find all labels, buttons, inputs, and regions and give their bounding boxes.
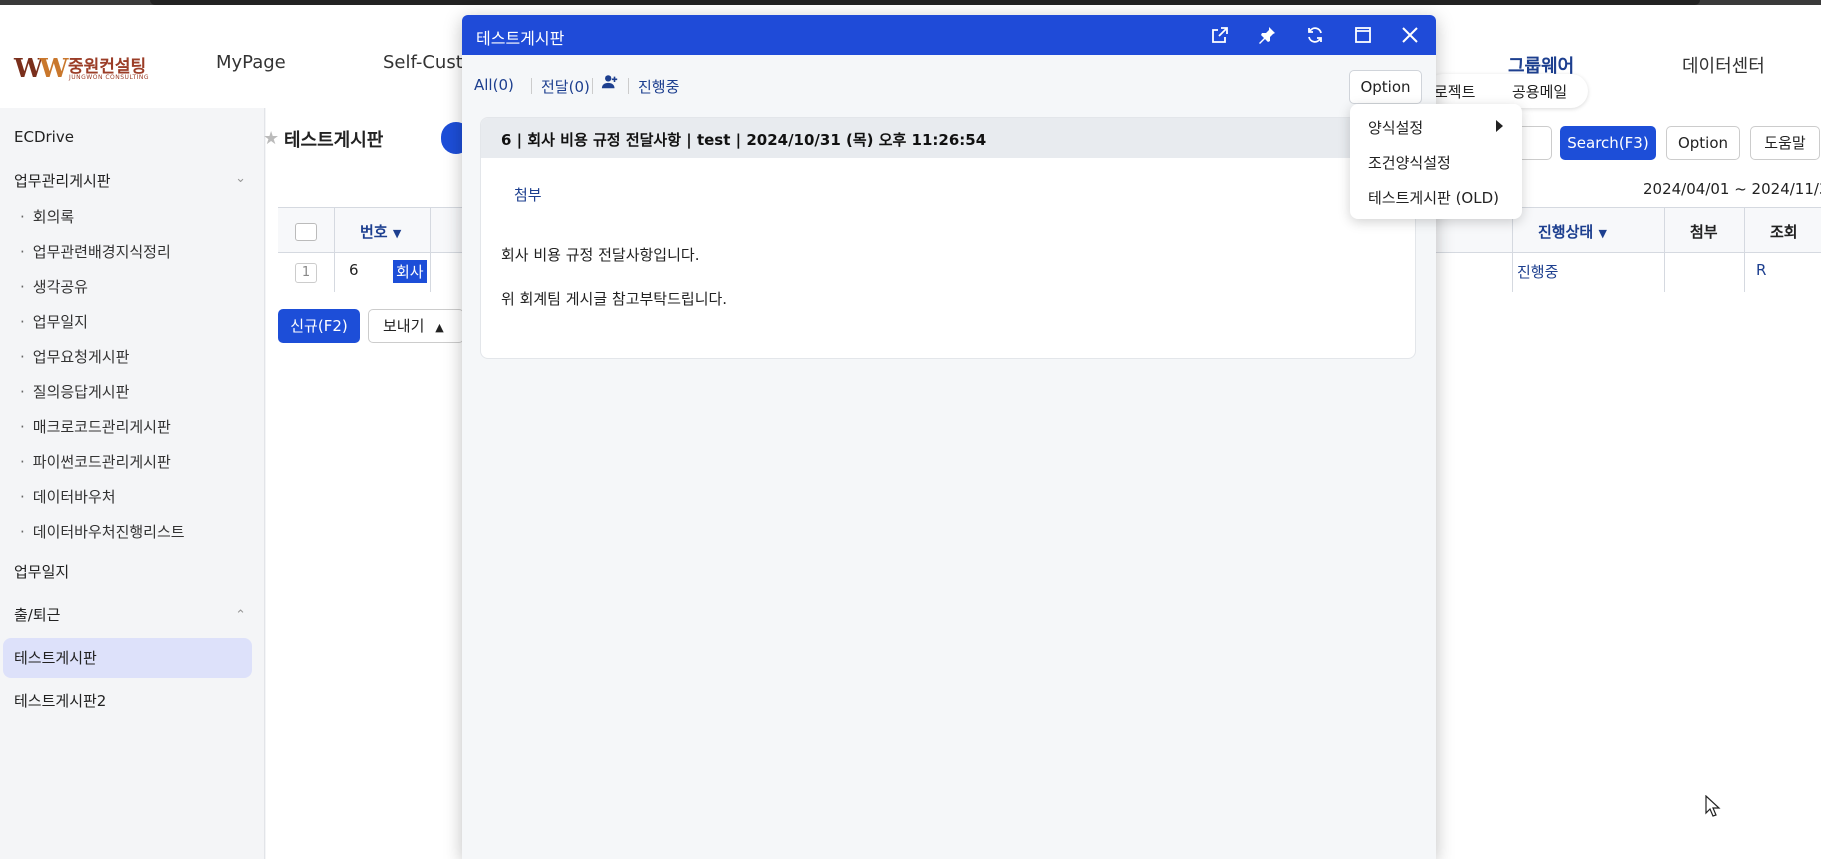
nav-mypage[interactable]: MyPage (216, 52, 286, 73)
post-body-line: 위 회계팀 게시글 참고부탁드립니다. (501, 290, 728, 308)
sidebar-item-test-board2[interactable]: 테스트게시판2 (14, 690, 106, 711)
column-header-attach: 첨부 (1690, 223, 1718, 241)
help-button[interactable]: 도움말 (1750, 126, 1820, 160)
logo-mark: WW (14, 54, 68, 84)
modal-title: 테스트게시판 (476, 29, 565, 48)
date-range: 2024/04/01 ~ 2024/11/30 (1643, 180, 1821, 198)
chevron-up-icon[interactable]: ⌃ (235, 608, 246, 623)
tab-divider (628, 78, 629, 94)
option-button[interactable]: Option (1666, 126, 1740, 160)
column-divider (1664, 208, 1665, 292)
sidebar-item-work-board[interactable]: 업무관리게시판 (14, 170, 111, 191)
sidebar-item-ecdrive[interactable]: ECDrive (14, 128, 74, 146)
row-post-number: 6 (349, 261, 359, 279)
new-post-button[interactable]: 신규(F2) (278, 309, 360, 343)
open-external-icon[interactable] (1207, 22, 1233, 48)
search-button[interactable]: Search(F3) (1560, 126, 1656, 160)
browser-address-area (150, 0, 1700, 5)
header-status-label: 진행상태 (1538, 223, 1594, 241)
tab-all[interactable]: All(0) (474, 76, 514, 94)
maximize-icon[interactable] (1350, 22, 1376, 48)
nav-self-custom[interactable]: Self-Custo (383, 52, 474, 73)
sidebar-item-worklog[interactable]: 업무일지 (14, 561, 69, 582)
option-dropdown-menu: 양식설정 조건양식설정 테스트게시판 (OLD) (1350, 104, 1522, 219)
post-modal: 테스트게시판 All(0) 전달(0) 진행중 Option 6 | 회사 비용… (462, 15, 1436, 859)
row-subject[interactable]: 회사 (393, 260, 427, 283)
header-number-label: 번호 (360, 223, 388, 241)
logo-subtitle: JUNGWON CONSULTING (69, 74, 150, 81)
sidebar-subitem-worklog[interactable]: 업무일지 (20, 311, 88, 332)
sidebar-subitem-voucher[interactable]: 데이터바우처 (20, 486, 116, 507)
sidebar-subitem-minutes[interactable]: 회의록 (20, 206, 74, 227)
star-icon[interactable]: ★ (263, 128, 279, 149)
mouse-cursor-icon (1705, 794, 1721, 821)
company-logo[interactable]: WW 중원컨설팅 JUNGWON CONSULTING (14, 50, 154, 86)
tab-divider (592, 78, 593, 94)
menu-item-conditional-form[interactable]: 조건양식설정 (1368, 152, 1451, 173)
modal-titlebar[interactable]: 테스트게시판 (462, 15, 1436, 55)
refresh-icon[interactable] (1302, 22, 1328, 48)
sidebar-subitem-voucher-progress[interactable]: 데이터바우처진행리스트 (20, 521, 185, 542)
caret-up-icon: ▲ (435, 321, 444, 334)
tab-in-progress[interactable]: 진행중 (638, 76, 679, 97)
send-button-label: 보내기 (383, 317, 425, 335)
page-title: 테스트게시판 (284, 130, 384, 151)
post-body-line: 회사 비용 규정 전달사항입니다. (501, 246, 700, 264)
column-header-status[interactable]: 진행상태 ▼ (1538, 221, 1607, 242)
post-header-text: 6 | 회사 비용 규정 전달사항 | test | 2024/10/31 (목… (501, 131, 987, 149)
row-status: 진행중 (1517, 263, 1559, 281)
tab-shared-mail[interactable]: 공용메일 (1512, 81, 1567, 102)
row-number: 1 (295, 263, 317, 283)
sidebar-subitem-knowledge[interactable]: 업무관련배경지식정리 (20, 241, 171, 262)
row-views[interactable]: R (1756, 261, 1766, 279)
sidebar-subitem-ideas[interactable]: 생각공유 (20, 276, 88, 297)
sidebar: ECDrive 업무관리게시판 ⌄ 회의록 업무관련배경지식정리 생각공유 업무… (0, 108, 265, 859)
pin-icon[interactable] (1254, 22, 1280, 48)
sort-down-icon: ▼ (392, 227, 402, 240)
column-header-views: 조회 (1770, 223, 1798, 241)
post-card: 6 | 회사 비용 규정 전달사항 | test | 2024/10/31 (목… (480, 117, 1416, 359)
column-divider (334, 208, 335, 292)
sidebar-subitem-qna[interactable]: 질의응답게시판 (20, 381, 130, 402)
column-divider (1744, 208, 1745, 292)
tab-project[interactable]: 로젝트 (1434, 81, 1475, 102)
attachment-link[interactable]: 첨부 (514, 184, 542, 205)
secondary-tabs: 로젝트 공용메일 (1426, 74, 1588, 108)
column-divider (1512, 208, 1513, 292)
nav-data-center[interactable]: 데이터센터 (1682, 52, 1765, 78)
submenu-caret-icon (1496, 120, 1503, 132)
sidebar-item-test-board[interactable]: 테스트게시판 (14, 647, 97, 668)
modal-option-button[interactable]: Option (1349, 70, 1422, 104)
user-add-icon[interactable] (601, 73, 619, 95)
post-header: 6 | 회사 비용 규정 전달사항 | test | 2024/10/31 (목… (481, 118, 1415, 158)
tab-forward[interactable]: 전달(0) (531, 76, 590, 97)
sort-down-icon: ▼ (1598, 227, 1607, 240)
sidebar-subitem-macro[interactable]: 매크로코드관리게시판 (20, 416, 171, 437)
sidebar-subitem-requests[interactable]: 업무요청게시판 (20, 346, 130, 367)
menu-item-old-board[interactable]: 테스트게시판 (OLD) (1368, 187, 1499, 208)
sidebar-item-attendance[interactable]: 출/퇴근 (14, 604, 60, 625)
menu-item-form-settings[interactable]: 양식설정 (1368, 117, 1423, 138)
sidebar-subitem-python[interactable]: 파이썬코드관리게시판 (20, 451, 171, 472)
column-header-number[interactable]: 번호 ▼ (360, 221, 401, 242)
select-all-checkbox[interactable] (295, 223, 317, 241)
close-icon[interactable] (1397, 22, 1423, 48)
column-divider (430, 208, 431, 292)
chevron-down-icon[interactable]: ⌄ (235, 171, 246, 186)
send-button[interactable]: 보내기 ▲ (368, 309, 464, 343)
